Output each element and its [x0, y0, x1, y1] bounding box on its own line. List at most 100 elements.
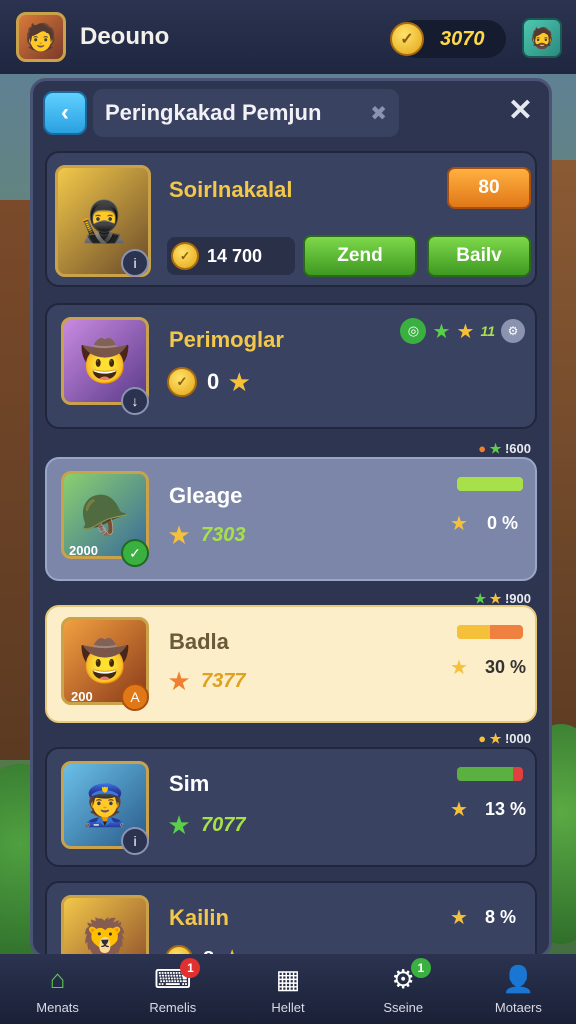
- home-icon: ⌂: [49, 964, 66, 994]
- bottom-nav: ⌂ Menats ⌨ 1 Remelis ▦ Hellet ⚙ 1 Sseine…: [0, 954, 576, 1024]
- rank-badge-icon[interactable]: A: [121, 683, 149, 711]
- coin-value: 3070: [440, 27, 485, 50]
- meta-star-icon: ★: [474, 591, 487, 606]
- nav-item-sseine[interactable]: ⚙ 1 Sseine: [346, 954, 461, 1024]
- rank-value-button[interactable]: 80: [447, 167, 531, 209]
- nav-item-remelis[interactable]: ⌨ 1 Remelis: [115, 954, 230, 1024]
- leaderboard-card[interactable]: 🦁 Kailin ✓ 8 ★ ★ 8 %: [45, 881, 537, 955]
- nav-item-motaers[interactable]: 👤 Motaers: [461, 954, 576, 1024]
- meta-value: !600: [504, 441, 531, 456]
- meta-icon: ●: [478, 731, 487, 746]
- profile-button[interactable]: 🧔: [522, 18, 562, 58]
- nav-label: Sseine: [383, 999, 424, 1015]
- card-name: Sim: [169, 771, 210, 796]
- star-icon: ★: [227, 366, 251, 397]
- send-button[interactable]: Zend: [303, 235, 417, 277]
- score-row: ✓ 0 ★: [167, 367, 253, 397]
- nav-label: Motaers: [494, 999, 542, 1015]
- star-icon: ★: [167, 665, 191, 696]
- card-score: 0: [207, 369, 220, 394]
- shield-icon: ✓: [167, 367, 197, 397]
- rating-row: ◎ ★ ★ 11 ⚙: [400, 317, 525, 345]
- info-badge-icon[interactable]: i: [121, 827, 149, 855]
- filter-x-icon[interactable]: ✖: [370, 101, 387, 126]
- progress-bar: [457, 477, 523, 491]
- star-icon: ★: [450, 656, 468, 679]
- progress-bar: [457, 767, 523, 781]
- character-portrait: 🦁: [61, 895, 149, 955]
- info-badge-icon[interactable]: i: [121, 249, 149, 277]
- settings-round-icon[interactable]: ⚙: [501, 319, 525, 343]
- score-row: ★ 7077: [165, 810, 246, 840]
- percent-row: ★ 8 %: [445, 903, 516, 931]
- star-icon: ★: [456, 320, 475, 343]
- progress-fill: [457, 625, 490, 639]
- card-score: 7303: [201, 523, 246, 546]
- download-badge-icon[interactable]: ↓: [121, 387, 149, 415]
- star-icon: ★: [450, 906, 468, 929]
- panel-title-box: Peringkakad Pemjun ✖: [93, 89, 399, 137]
- nav-label: Remelis: [149, 999, 197, 1015]
- leaderboard-card[interactable]: 🤠 200 A Badla ★ 7377 ★ 30 %: [45, 605, 537, 723]
- panel-header: ‹ Peringkakad Pemjun ✖ ✕: [33, 81, 549, 145]
- back-action-button[interactable]: Bailv: [427, 235, 531, 277]
- leaderboard-card[interactable]: 🪖 2000 ✓ Gleage ★ 7303 ★ 0 %: [45, 457, 537, 581]
- close-icon: ✕: [507, 94, 533, 127]
- star-icon: ★: [450, 798, 468, 821]
- card-name: Perimoglar: [169, 327, 284, 352]
- coin-icon: ✓: [390, 22, 424, 56]
- notification-badge: 1: [410, 958, 431, 978]
- currency-value: 14 700: [207, 245, 263, 266]
- top-bar: 🧑 Deouno ✓ 3070 🧔: [0, 0, 576, 74]
- star-icon: ★: [450, 512, 468, 535]
- meta-value: !000: [504, 731, 531, 746]
- currency-box: ✓ 14 700: [167, 237, 295, 275]
- nav-item-menats[interactable]: ⌂ Menats: [0, 954, 115, 1024]
- meta-star-icon: ★: [489, 591, 502, 606]
- nav-label: Menats: [36, 999, 79, 1015]
- star-icon: ★: [167, 519, 191, 550]
- close-button[interactable]: ✕: [508, 93, 533, 128]
- coin-balance[interactable]: ✓ 3070: [390, 20, 506, 58]
- progress-fill: [457, 767, 514, 781]
- avatar-icon: 👤: [502, 964, 535, 994]
- back-button[interactable]: ‹: [43, 91, 87, 135]
- percent-row: ★ 30 %: [445, 653, 526, 681]
- meta-star-icon: ★: [489, 731, 502, 746]
- card-percent: 8 %: [485, 906, 517, 927]
- leaderboard-card[interactable]: 👮 i Sim ★ 7077 ★ 13 %: [45, 747, 537, 867]
- card-name: Kailin: [169, 905, 229, 930]
- notification-badge: 1: [180, 958, 201, 978]
- meta-star-icon: ★: [489, 441, 502, 456]
- card-name: Gleage: [169, 483, 243, 508]
- percent-row: ★ 13 %: [445, 795, 526, 823]
- coin-icon: ✓: [171, 242, 199, 270]
- score-row: ★ 7377: [165, 665, 246, 696]
- meta-icon: ●: [478, 441, 487, 456]
- player-avatar[interactable]: 🧑: [16, 12, 66, 62]
- send-label: Zend: [337, 245, 383, 266]
- portrait-number: 2000: [69, 543, 98, 558]
- percent-row: ★ 0 %: [445, 509, 518, 537]
- back-action-label: Bailv: [456, 245, 502, 266]
- progress-fill: [457, 477, 523, 491]
- progress-bar: [457, 625, 523, 639]
- check-badge-icon[interactable]: ✓: [121, 539, 149, 567]
- rating-text: 11: [480, 323, 495, 339]
- star-icon: ★: [432, 320, 451, 343]
- badge-green-icon: ◎: [400, 318, 427, 344]
- leaderboard-card[interactable]: 🤠 ↓ Perimoglar ✓ 0 ★ ◎ ★ ★ 11 ⚙: [45, 303, 537, 429]
- chevron-left-icon: ‹: [61, 99, 69, 126]
- meta-value: !900: [504, 591, 531, 606]
- card-percent: 30 %: [485, 656, 527, 677]
- nav-item-hellet[interactable]: ▦ Hellet: [230, 954, 345, 1024]
- card-score: 7377: [201, 669, 246, 692]
- nav-label: Hellet: [271, 999, 305, 1015]
- card-meta: ● ★ !600: [478, 441, 531, 457]
- panel-title: Peringkakad Pemjun: [105, 100, 322, 125]
- score-row: ★ 7303: [165, 519, 246, 550]
- card-percent: 0 %: [487, 512, 519, 533]
- card-score: 7077: [201, 813, 246, 836]
- leaderboard-card[interactable]: 🥷 i Soirlnakalal 80 ✓ 14 700 Zend Bailv: [45, 151, 537, 287]
- portrait-number: 200: [71, 689, 93, 704]
